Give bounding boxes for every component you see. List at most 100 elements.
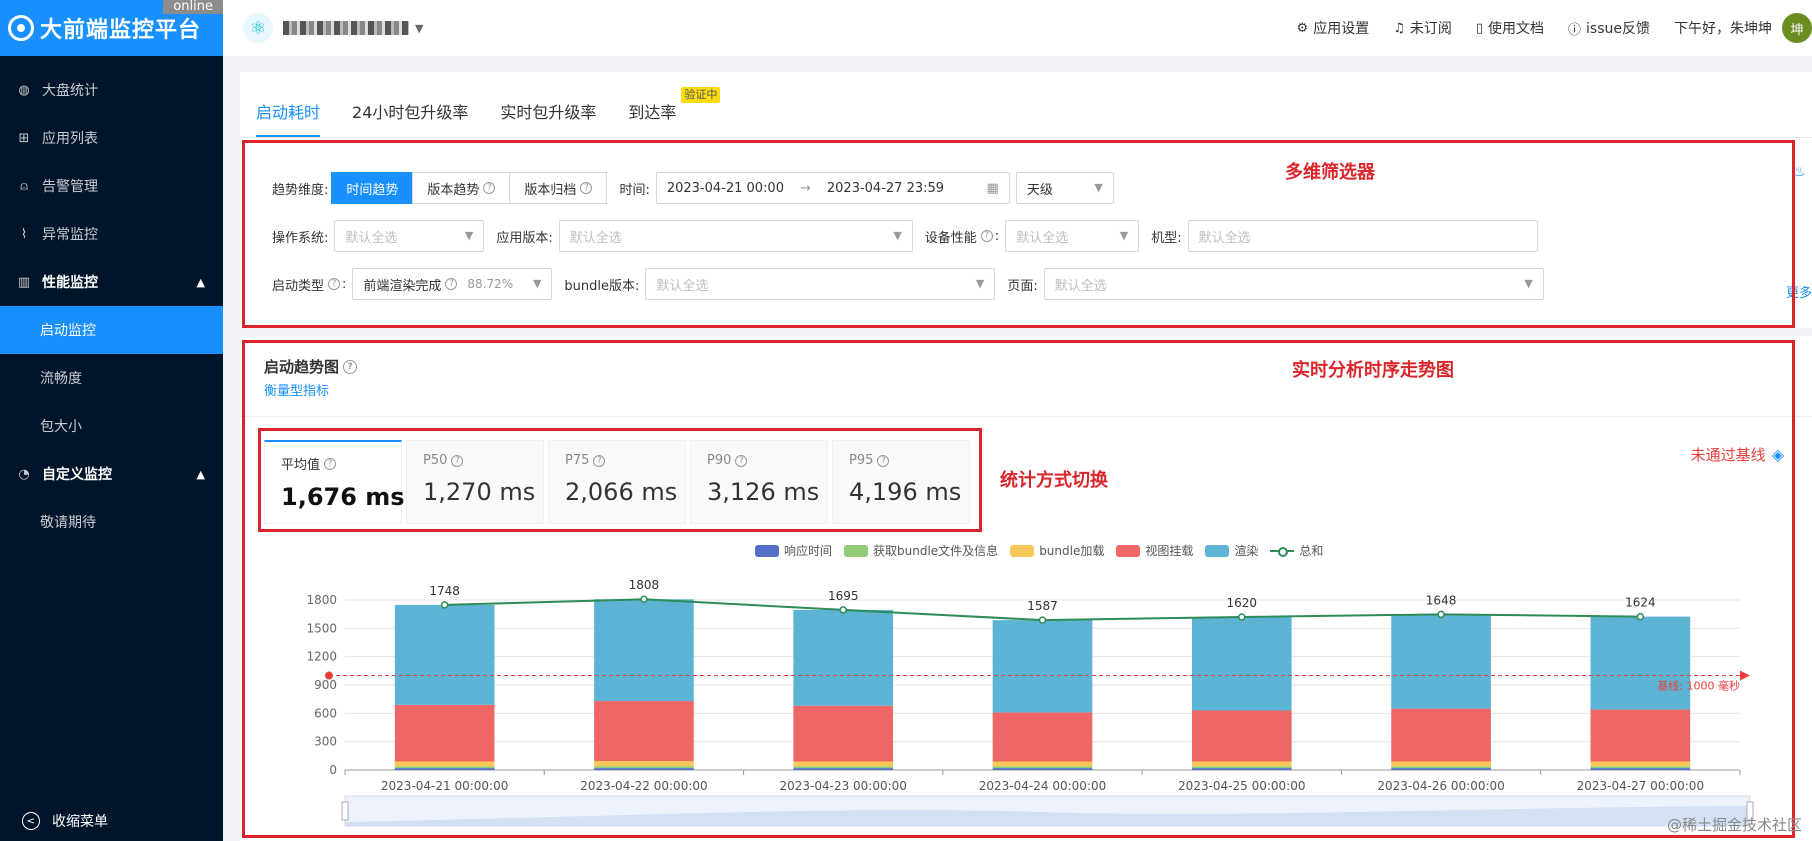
select-placeholder: 默认全选 xyxy=(656,278,709,294)
legend-swatch xyxy=(755,544,779,557)
granularity-select[interactable]: 天级 ▼ xyxy=(1015,172,1114,204)
legend-item[interactable]: 视图挂载 xyxy=(1116,542,1193,559)
x-tick-label: 2023-04-23 00:00:00 xyxy=(779,779,906,793)
bar-segment xyxy=(394,761,495,767)
chart-annotation-label: 实时分析时序走势图 xyxy=(1292,360,1454,381)
bar-segment xyxy=(1391,614,1491,709)
question-icon: ? xyxy=(580,182,593,194)
tab-realtime-upgrade-rate[interactable]: 实时包升级率 xyxy=(500,99,596,137)
device-performance-select[interactable]: 默认全选 ▼ xyxy=(1005,220,1140,252)
app-version-select[interactable]: 默认全选 ▼ xyxy=(558,220,913,252)
model-select[interactable]: 默认全选 xyxy=(1187,220,1538,252)
total-point xyxy=(1238,613,1246,621)
legend-label: 获取bundle文件及信息 xyxy=(873,544,999,558)
brand-bar[interactable]: 大前端监控平台 online xyxy=(0,0,223,56)
question-icon[interactable]: ? xyxy=(343,359,358,374)
sidebar-item-label: 异常监控 xyxy=(42,227,98,243)
tab-startup-time[interactable]: 启动耗时 xyxy=(256,99,321,137)
date-start[interactable]: 2023-04-21 00:00 xyxy=(667,181,784,196)
legend-item[interactable]: 获取bundle文件及信息 xyxy=(844,542,998,559)
chart-title-text: 启动趋势图 xyxy=(264,358,340,376)
tab-arrival-rate[interactable]: 到达率 验证中 xyxy=(628,87,721,137)
app-settings-link[interactable]: ⚙ 应用设置 xyxy=(1297,18,1370,38)
app-version-label: 应用版本: xyxy=(496,230,553,246)
sidebar-item-dashboard[interactable]: ◍ 大盘统计 xyxy=(0,66,223,114)
question-icon: ? xyxy=(328,278,341,290)
start-type-value: 前端渲染完成 xyxy=(363,278,442,294)
total-point xyxy=(839,606,847,614)
bar-segment xyxy=(793,766,894,769)
bundle-version-select[interactable]: 默认全选 ▼ xyxy=(645,268,996,300)
sidebar-item-startup[interactable]: 启动监控 xyxy=(0,306,223,354)
stat-card-p95[interactable]: P95? 4,196 ms xyxy=(832,440,970,524)
header-link-label: issue反馈 xyxy=(1586,21,1650,37)
collapse-menu-button[interactable]: < 收缩菜单 xyxy=(0,801,223,841)
chevron-down-icon[interactable]: ▼ xyxy=(415,22,423,35)
sidebar-item-smoothness[interactable]: 流畅度 xyxy=(0,354,223,402)
x-tick-label: 2023-04-24 00:00:00 xyxy=(979,779,1106,793)
chevron-down-icon: ▼ xyxy=(1119,229,1129,242)
top-header: ⚛ ▼ ⚙ 应用设置 ♫ 未订阅 ▯ 使用文档 ⓘ issue反馈 下午好，朱坤… xyxy=(223,0,1812,56)
avatar[interactable]: 坤 xyxy=(1782,13,1812,43)
issue-feedback-link[interactable]: ⓘ issue反馈 xyxy=(1568,18,1650,38)
start-type-select[interactable]: 前端渲染完成 ? 88.72% ▼ xyxy=(352,268,553,300)
legend-item[interactable]: 响应时间 xyxy=(755,542,832,559)
alarm-bell-icon[interactable]: ♨ xyxy=(1793,162,1806,180)
trend-option-label: 版本归档 xyxy=(524,182,577,198)
date-end[interactable]: 2023-04-27 23:59 xyxy=(827,181,944,196)
x-tick-label: 2023-04-25 00:00:00 xyxy=(1178,779,1305,793)
sidebar-item-coming-soon[interactable]: 敬请期待 xyxy=(0,498,223,546)
legend-label: 总和 xyxy=(1299,544,1324,558)
date-range-picker[interactable]: 2023-04-21 00:00 → 2023-04-27 23:59 ▦ xyxy=(655,172,1010,204)
sidebar-group-custom[interactable]: ◔ 自定义监控 ▲ xyxy=(0,450,223,498)
y-tick-label: 900 xyxy=(314,678,337,692)
subscribe-link[interactable]: ♫ 未订阅 xyxy=(1393,18,1452,38)
sidebar-item-exception[interactable]: ⌇ 异常监控 xyxy=(0,210,223,258)
eye-icon[interactable]: ◈ xyxy=(1772,445,1784,464)
time-label: 时间: xyxy=(619,182,650,198)
os-select[interactable]: 默认全选 ▼ xyxy=(334,220,485,252)
select-placeholder: 默认全选 xyxy=(1054,278,1107,294)
bar-segment xyxy=(1191,761,1292,767)
trend-archive-button[interactable]: 版本归档? xyxy=(509,172,608,204)
metric-type-link[interactable]: 衡量型指标 xyxy=(264,380,329,399)
y-tick-label: 1800 xyxy=(306,593,337,607)
legend-item[interactable]: bundle加载 xyxy=(1010,542,1104,559)
tab-label: 到达率 xyxy=(628,103,677,122)
legend-item[interactable]: 总和 xyxy=(1270,542,1323,559)
more-filters-link[interactable]: 更多 xyxy=(1786,282,1812,301)
trend-version-button[interactable]: 版本趋势? xyxy=(412,172,511,204)
filter-row-1: 趋势维度: 时间趋势 版本趋势? 版本归档? 时间: 2023-04-21 00… xyxy=(272,172,1114,204)
tab-24h-upgrade-rate[interactable]: 24小时包升级率 xyxy=(352,99,468,137)
bar-segment xyxy=(1590,768,1691,770)
header-link-label: 应用设置 xyxy=(1313,21,1370,37)
trend-time-button[interactable]: 时间趋势 xyxy=(331,172,414,204)
page-select[interactable]: 默认全选 ▼ xyxy=(1043,268,1544,300)
y-tick-label: 1500 xyxy=(306,621,337,635)
stat-card-p90[interactable]: P90? 3,126 ms xyxy=(690,440,828,524)
bar-segment xyxy=(793,768,894,770)
total-data-label: 1624 xyxy=(1625,596,1656,610)
stat-card-p75[interactable]: P75? 2,066 ms xyxy=(548,440,686,524)
stat-card-p50[interactable]: P50? 1,270 ms xyxy=(406,440,544,524)
brand-title: 大前端监控平台 xyxy=(40,18,202,43)
legend-swatch xyxy=(1205,544,1230,557)
legend-item[interactable]: 渲染 xyxy=(1205,542,1258,559)
docs-link[interactable]: ▯ 使用文档 xyxy=(1476,18,1544,38)
stat-label: P95 xyxy=(849,453,874,468)
stat-label: P90 xyxy=(707,453,732,468)
app-name-redacted[interactable] xyxy=(283,21,409,35)
stat-card-avg[interactable]: 平均值? 1,676 ms xyxy=(264,440,405,524)
startup-trend-chart: 0 300 600 900 1200 1500 1800 2023-04-21 00:00:0… xyxy=(306,578,1754,827)
sidebar-group-performance[interactable]: ▥ 性能监控 ▲ xyxy=(0,258,223,306)
react-app-icon[interactable]: ⚛ xyxy=(243,13,273,43)
select-placeholder: 默认全选 xyxy=(1016,230,1069,246)
bell-icon: ♫ xyxy=(1393,20,1405,36)
sidebar-item-app-list[interactable]: ⊞ 应用列表 xyxy=(0,114,223,162)
sidebar-item-package-size[interactable]: 包大小 xyxy=(0,402,223,450)
sidebar-item-label: 启动监控 xyxy=(40,323,96,339)
chart-title: 启动趋势图 ? xyxy=(264,356,358,377)
sidebar-item-alarm[interactable]: ⍝ 告警管理 xyxy=(0,162,223,210)
stat-value: 1,270 ms xyxy=(423,478,536,506)
globe-icon: ◍ xyxy=(18,82,30,98)
